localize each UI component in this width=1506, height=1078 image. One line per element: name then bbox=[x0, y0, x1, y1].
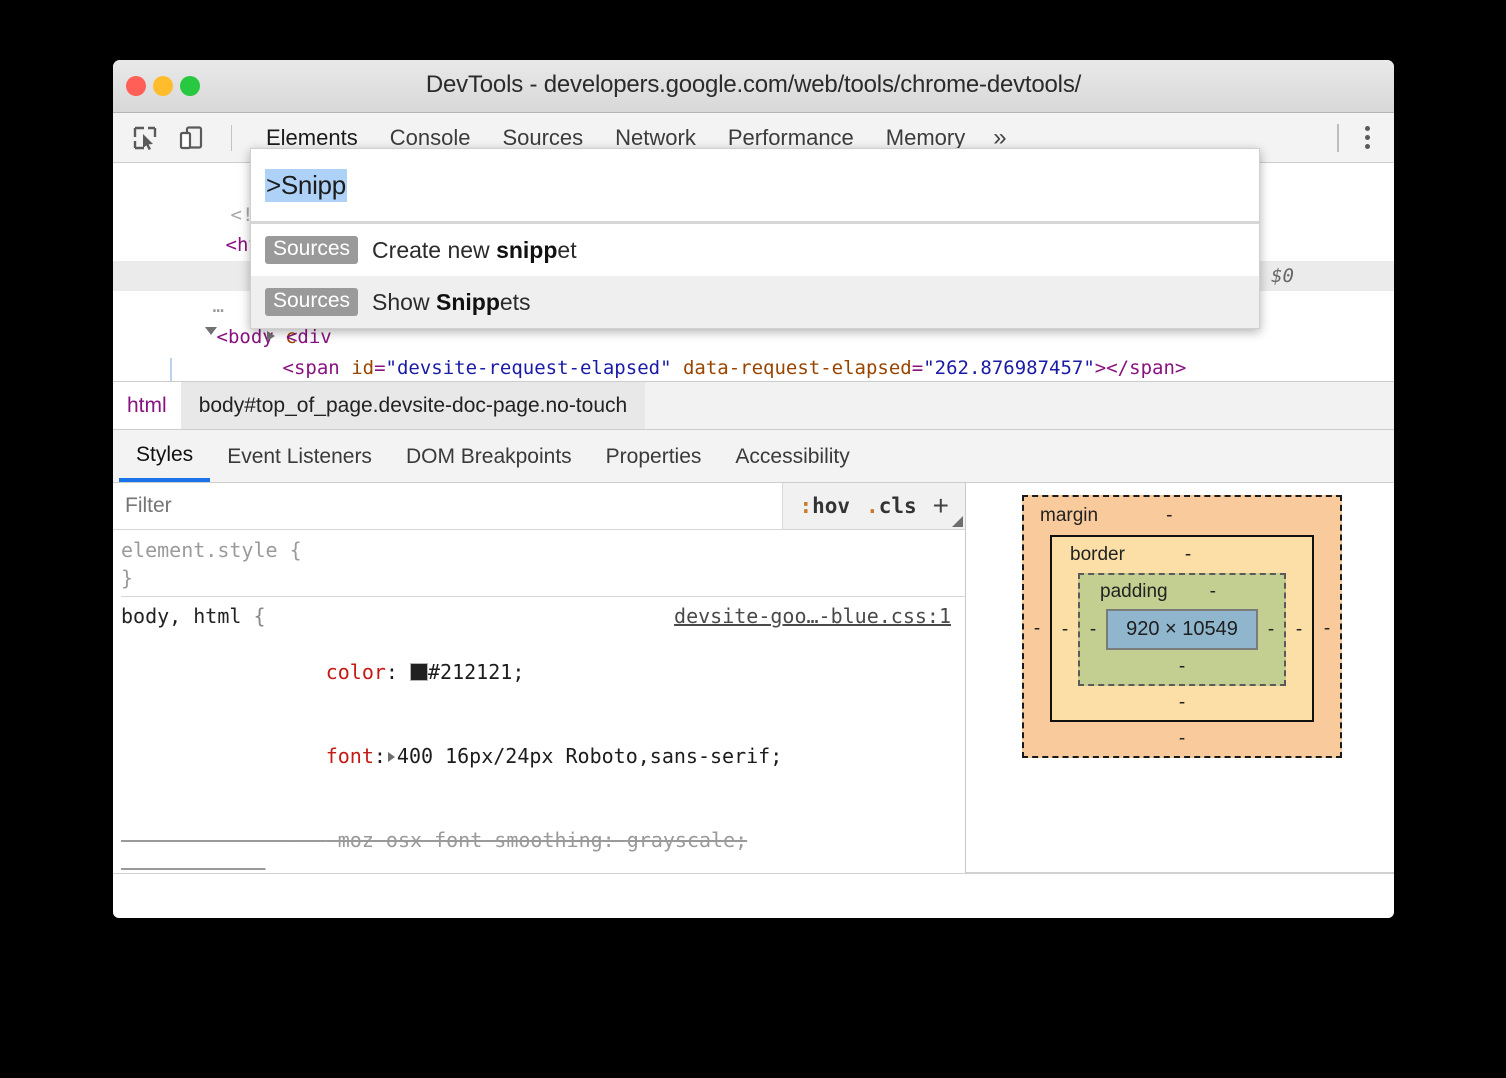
box-model-border-middle: - padding - - 920 × 10549 - - - bbox=[1052, 573, 1312, 686]
box-model-padding-top-value[interactable]: - bbox=[1210, 581, 1216, 603]
declaration-moz-osx-font-smoothing[interactable]: -moz-osx-font-smoothing: grayscale; bbox=[121, 798, 965, 874]
tool-icon-group bbox=[113, 121, 232, 155]
rule-element-style-selector: element.style bbox=[121, 538, 278, 562]
filter-input[interactable] bbox=[113, 483, 783, 529]
box-model-border-label: border bbox=[1070, 544, 1125, 565]
breadcrumb: html body#top_of_page.devsite-doc-page.n… bbox=[113, 381, 1394, 430]
breadcrumb-item-html[interactable]: html bbox=[113, 382, 181, 429]
box-model-padding-bottom-value[interactable]: - bbox=[1080, 650, 1284, 684]
rule-body-html-selector: body, html bbox=[121, 604, 242, 628]
devtools-window: DevTools - developers.google.com/web/too… bbox=[113, 60, 1394, 918]
box-model-border-bottom-value[interactable]: - bbox=[1052, 686, 1312, 720]
box-model-margin-left-value[interactable]: - bbox=[1024, 618, 1050, 640]
declaration-font-value: 400 16px/24px Roboto,sans-serif; bbox=[396, 744, 783, 768]
command-palette-input-row[interactable]: >Snipp bbox=[251, 149, 1259, 224]
box-model-border-top-row: border - bbox=[1052, 537, 1312, 573]
expand-shorthand-icon[interactable] bbox=[387, 752, 395, 762]
title-bar: DevTools - developers.google.com/web/too… bbox=[113, 60, 1394, 113]
command-palette-label-1: Create new snippet bbox=[372, 236, 577, 263]
window-bottom-bar bbox=[113, 873, 1394, 888]
tab-dom-breakpoints[interactable]: DOM Breakpoints bbox=[389, 432, 589, 482]
styles-filter-tools: :hov .cls + bbox=[782, 483, 965, 529]
declaration-moz-osx-font-smoothing-name: -moz-osx-font-smoothing bbox=[325, 828, 603, 852]
resize-handle-icon[interactable] bbox=[952, 516, 963, 527]
box-model-padding-right-value[interactable]: - bbox=[1258, 619, 1284, 641]
rule-body-html-header: body, html { devsite-goo…-blue.css:1 bbox=[121, 602, 951, 630]
declaration-font-name: font bbox=[325, 744, 374, 768]
declaration-font[interactable]: font: 400 16px/24px Roboto,sans-serif; bbox=[121, 714, 965, 798]
command-palette-item-show-snippets[interactable]: Sources Show Snippets bbox=[251, 276, 1259, 328]
box-model-margin[interactable]: margin - - border - - padding - - 920 × … bbox=[1022, 495, 1342, 758]
declaration-color-name: color bbox=[325, 660, 386, 684]
declaration-color[interactable]: color: #212121; bbox=[121, 630, 965, 714]
styles-sidebar-tabs: Styles Event Listeners DOM Breakpoints P… bbox=[113, 430, 1394, 483]
box-model-border-top-value[interactable]: - bbox=[1185, 544, 1191, 566]
box-model-margin-top-value[interactable]: - bbox=[1166, 505, 1172, 527]
box-model-border[interactable]: border - - padding - - 920 × 10549 - - -… bbox=[1050, 535, 1314, 722]
box-model-padding-top-row: padding - bbox=[1080, 575, 1284, 609]
box-pane-bottom-divider bbox=[966, 872, 1394, 873]
command-palette-label-2: Show Snippets bbox=[372, 288, 531, 315]
command-palette-badge-sources-2: Sources bbox=[265, 287, 359, 317]
hov-toggle[interactable]: :hov bbox=[799, 494, 850, 518]
tab-properties[interactable]: Properties bbox=[589, 432, 719, 482]
box-model-border-left-value[interactable]: - bbox=[1052, 619, 1078, 641]
window-title: DevTools - developers.google.com/web/too… bbox=[425, 71, 1082, 98]
rule-body-html[interactable]: body, html { devsite-goo…-blue.css:1 col… bbox=[121, 596, 965, 874]
command-palette-item-create-snippet[interactable]: Sources Create new snippet bbox=[251, 224, 1259, 276]
box-model-padding-left-value[interactable]: - bbox=[1080, 619, 1106, 641]
more-options-icon[interactable] bbox=[1353, 126, 1382, 149]
cls-toggle[interactable]: .cls bbox=[866, 494, 917, 518]
device-toolbar-icon[interactable] bbox=[173, 121, 209, 155]
command-palette[interactable]: >Snipp Sources Create new snippet Source… bbox=[250, 148, 1260, 329]
new-style-rule-button[interactable]: + bbox=[933, 492, 949, 520]
box-model-padding-middle: - 920 × 10549 - bbox=[1080, 609, 1284, 650]
styles-pane: :hov .cls + element.style { } body, html… bbox=[113, 483, 966, 873]
stylesheet-source-link[interactable]: devsite-goo…-blue.css:1 bbox=[674, 602, 951, 630]
box-model-content-size[interactable]: 920 × 10549 bbox=[1106, 609, 1258, 650]
breadcrumb-item-body[interactable]: body#top_of_page.devsite-doc-page.no-tou… bbox=[180, 382, 646, 429]
color-swatch[interactable] bbox=[410, 663, 429, 681]
box-model-margin-top-row: margin - bbox=[1024, 497, 1340, 535]
screenshot-root: DevTools - developers.google.com/web/too… bbox=[0, 0, 1506, 1078]
command-palette-query[interactable]: >Snipp bbox=[265, 168, 347, 202]
css-rules-list[interactable]: element.style { } body, html { devsite-g… bbox=[113, 530, 965, 874]
box-model-padding[interactable]: padding - - 920 × 10549 - - bbox=[1078, 573, 1286, 686]
tab-styles[interactable]: Styles bbox=[119, 432, 211, 482]
styles-filter-row: :hov .cls + bbox=[113, 483, 965, 530]
box-model-padding-label: padding bbox=[1100, 581, 1168, 602]
tabbar-right-divider bbox=[1337, 123, 1339, 152]
inspect-element-icon[interactable] bbox=[127, 121, 163, 155]
box-model-margin-middle: - border - - padding - - 920 × 10549 - -… bbox=[1024, 535, 1340, 722]
box-model-margin-right-value[interactable]: - bbox=[1314, 618, 1340, 640]
dom-line-ul[interactable]: <ul class="kd-menulist devsite-hidden" s… bbox=[113, 353, 1394, 381]
box-model-pane: margin - - border - - padding - - 920 × … bbox=[966, 483, 1394, 873]
declaration-color-value: #212121 bbox=[428, 660, 513, 684]
tab-event-listeners[interactable]: Event Listeners bbox=[210, 432, 389, 482]
rule-element-style-header[interactable]: element.style { bbox=[121, 536, 965, 564]
toolbar-divider bbox=[231, 124, 232, 151]
tabbar-right-group bbox=[1337, 113, 1382, 162]
command-palette-badge-sources-1: Sources bbox=[265, 235, 359, 265]
rule-element-style-open: { bbox=[289, 538, 302, 562]
box-model-margin-bottom-value[interactable]: - bbox=[1024, 722, 1340, 756]
box-model-border-right-value[interactable]: - bbox=[1286, 619, 1312, 641]
styles-split: :hov .cls + element.style { } body, html… bbox=[113, 483, 1394, 873]
rule-element-style-close: } bbox=[121, 566, 134, 590]
tab-accessibility[interactable]: Accessibility bbox=[718, 432, 866, 482]
box-model-margin-label: margin bbox=[1040, 505, 1099, 526]
declaration-moz-osx-font-smoothing-value: grayscale; bbox=[626, 828, 748, 852]
